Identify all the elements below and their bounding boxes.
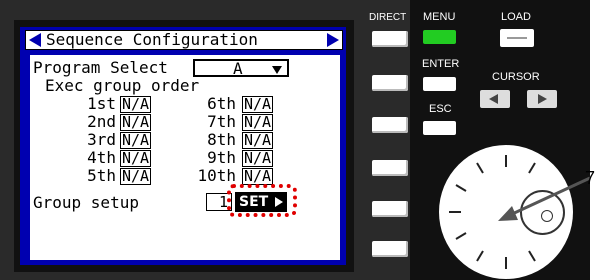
order-value-1st[interactable]: N/A — [120, 96, 152, 113]
order-value-7th[interactable]: N/A — [242, 114, 274, 131]
order-label-3rd: 3rd — [87, 130, 116, 149]
cursor-right-button[interactable] — [527, 90, 557, 108]
order-label-2nd: 2nd — [87, 112, 116, 131]
order-value-2nd[interactable]: N/A — [120, 114, 152, 131]
enter-button[interactable] — [423, 77, 456, 91]
direct-button-5[interactable] — [372, 201, 408, 217]
order-value-10th[interactable]: N/A — [242, 168, 274, 185]
direct-button-4[interactable] — [372, 160, 408, 176]
order-label-9th: 9th — [207, 148, 236, 167]
order-value-5th[interactable]: N/A — [120, 168, 152, 185]
direct-label: DIRECT — [369, 12, 407, 23]
cursor-label: CURSOR — [492, 71, 540, 83]
order-label-5th: 5th — [87, 166, 116, 185]
order-label-8th: 8th — [207, 130, 236, 149]
esc-button[interactable] — [423, 121, 456, 135]
cursor-left-button[interactable] — [480, 90, 510, 108]
enter-label: ENTER — [422, 58, 460, 70]
left-arrow-icon[interactable] — [29, 33, 41, 47]
direct-button-2[interactable] — [372, 75, 408, 91]
esc-label: ESC — [429, 103, 452, 115]
set-highlight-marker — [227, 184, 297, 217]
load-button[interactable] — [500, 29, 534, 47]
order-label-1st: 1st — [87, 94, 116, 113]
exec-group-order-label: Exec group order — [45, 76, 200, 95]
order-value-6th[interactable]: N/A — [242, 96, 274, 113]
screen-title: Sequence Configuration — [46, 30, 258, 49]
order-value-4th[interactable]: N/A — [120, 150, 152, 167]
order-value-3rd[interactable]: N/A — [120, 132, 152, 149]
direct-button-1[interactable] — [372, 31, 408, 47]
direct-button-3[interactable] — [372, 117, 408, 133]
right-arrow-icon[interactable] — [327, 33, 339, 47]
dropdown-icon — [272, 66, 282, 74]
program-select-label: Program Select — [33, 58, 168, 77]
order-value-8th[interactable]: N/A — [242, 132, 274, 149]
order-label-6th: 6th — [207, 94, 236, 113]
callout-number: 7 — [585, 168, 596, 188]
group-setup-label: Group setup — [33, 193, 139, 212]
order-label-4th: 4th — [87, 148, 116, 167]
direct-button-6[interactable] — [372, 241, 408, 257]
screen-title-bar: Sequence Configuration — [25, 30, 343, 50]
cursor-left-icon — [489, 94, 498, 104]
menu-button[interactable] — [423, 30, 456, 44]
cursor-right-icon — [538, 94, 547, 104]
menu-label: MENU — [423, 11, 456, 23]
callout-arrow-icon — [498, 176, 591, 221]
program-select-dropdown[interactable]: A — [193, 59, 289, 78]
load-indicator — [507, 37, 527, 39]
load-label: LOAD — [501, 11, 531, 23]
order-value-9th[interactable]: N/A — [242, 150, 274, 167]
order-label-7th: 7th — [207, 112, 236, 131]
program-select-value: A — [233, 59, 243, 78]
order-label-10th: 10th — [197, 166, 236, 185]
